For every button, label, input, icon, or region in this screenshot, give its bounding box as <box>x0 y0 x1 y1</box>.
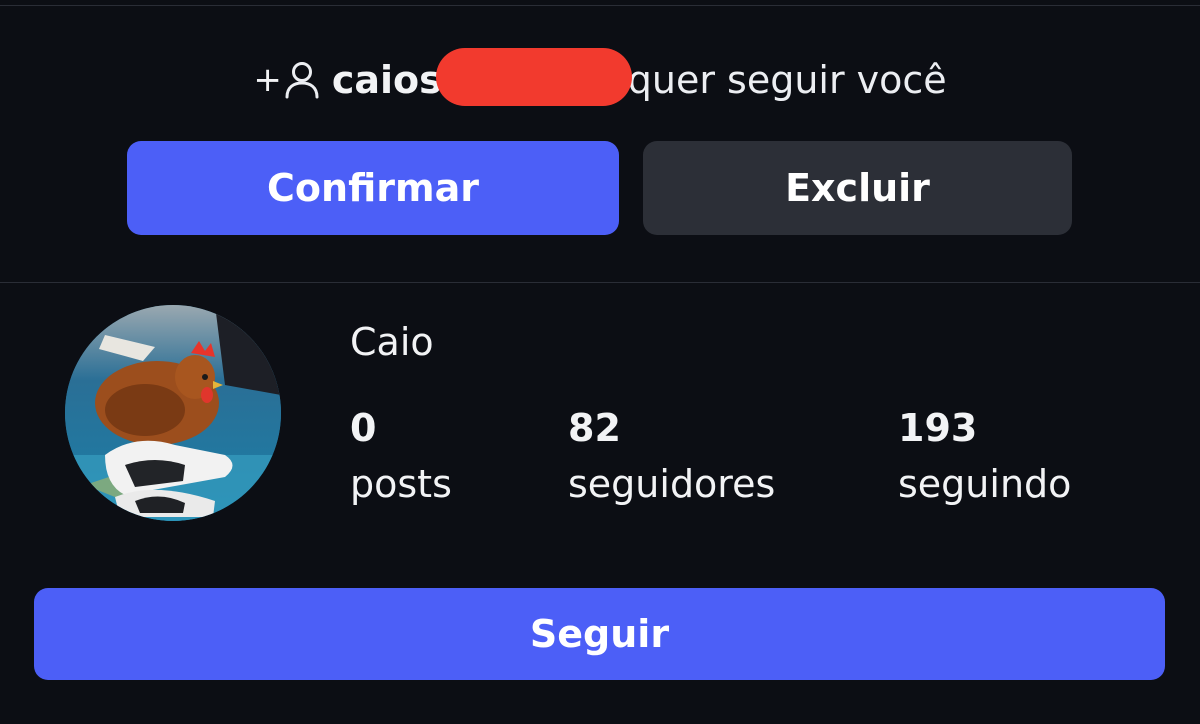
delete-button[interactable]: Excluir <box>643 141 1072 235</box>
stat-value: 0 <box>350 406 377 450</box>
top-divider <box>0 5 1200 6</box>
section-divider <box>0 282 1200 283</box>
stat-label: posts <box>350 462 452 506</box>
follow-request-header: + caios quer seguir você <box>0 48 1200 108</box>
confirm-button[interactable]: Confirmar <box>127 141 619 235</box>
add-plus-sign: + <box>253 60 282 100</box>
stat-followers[interactable]: 82 seguidores <box>568 400 775 512</box>
profile-name: Caio <box>350 320 434 364</box>
avatar[interactable] <box>65 305 281 521</box>
stat-value: 82 <box>568 406 621 450</box>
stat-following[interactable]: 193 seguindo <box>898 400 1071 512</box>
stat-label: seguindo <box>898 462 1072 506</box>
redaction-mark <box>435 48 632 106</box>
add-person-icon: + <box>253 60 320 100</box>
request-message: quer seguir você <box>627 58 947 102</box>
avatar-photo <box>65 305 281 521</box>
requester-username[interactable]: caios <box>332 58 442 102</box>
follow-button[interactable]: Seguir <box>34 588 1165 680</box>
stat-posts[interactable]: 0 posts <box>350 400 452 512</box>
stat-label: seguidores <box>568 462 776 506</box>
person-outline-icon <box>285 62 319 99</box>
follow-request-screen: + caios quer seguir você Confirmar Exclu… <box>0 0 1200 724</box>
stat-value: 193 <box>898 406 978 450</box>
